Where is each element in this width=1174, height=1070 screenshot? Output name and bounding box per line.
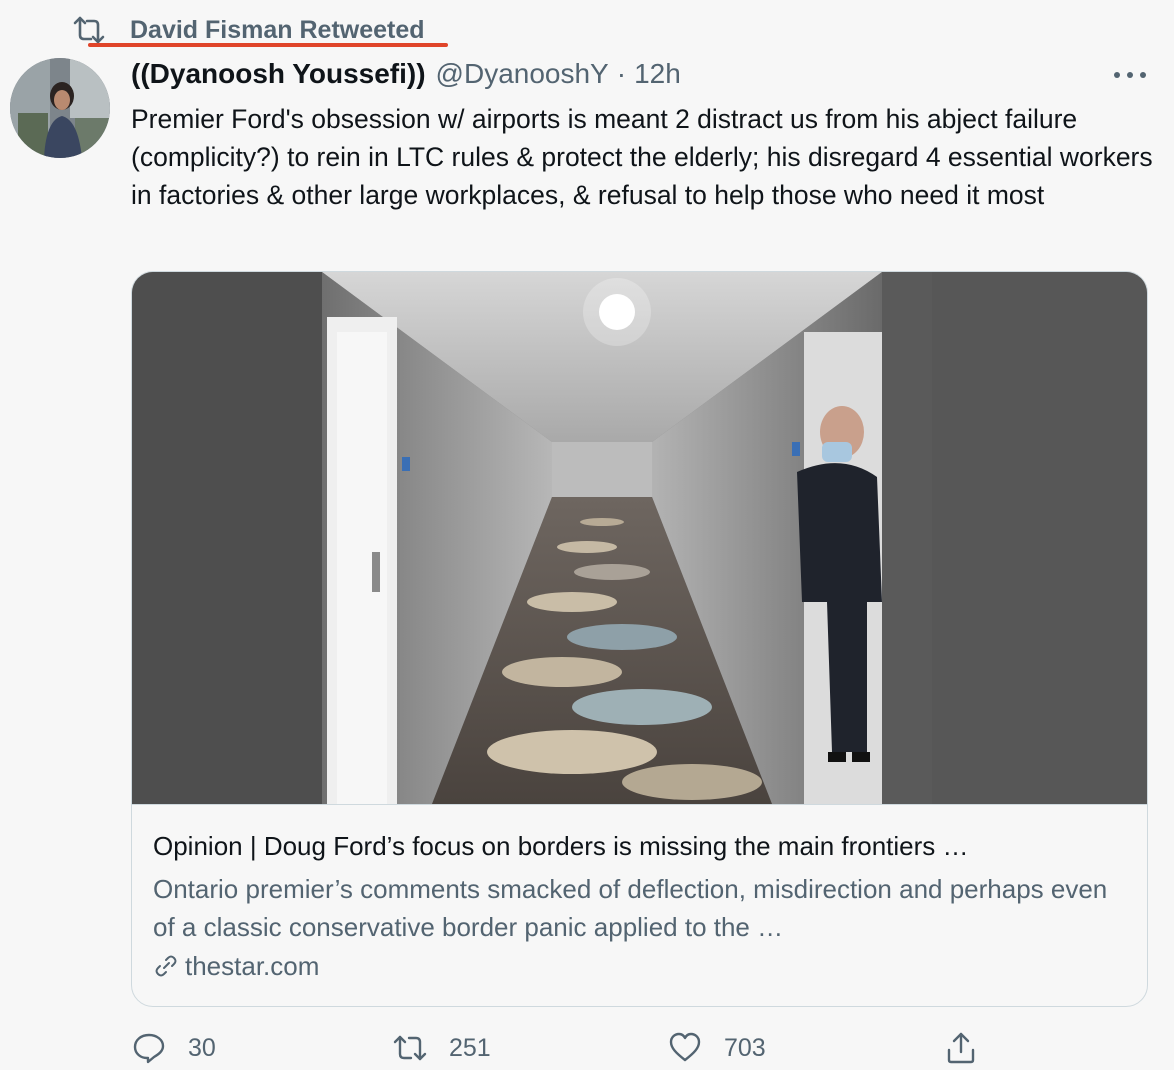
share-icon (947, 1032, 975, 1064)
more-options-icon[interactable] (1110, 60, 1150, 90)
avatar-photo (10, 58, 110, 158)
annotation-underline (88, 43, 448, 47)
card-title[interactable]: Opinion | Doug Ford’s focus on borders i… (153, 828, 1123, 864)
retweet-count: 251 (449, 1033, 491, 1062)
tweet-actions: 30 251 703 (0, 1024, 1174, 1070)
card-description: Ontario premier’s comments smacked of de… (153, 874, 1108, 942)
like-button[interactable]: 703 (668, 1028, 766, 1068)
card-domain[interactable]: thestar.com (153, 948, 319, 984)
retweet-icon (393, 1035, 427, 1061)
retweeted-by-label[interactable]: David Fisman Retweeted (130, 16, 425, 45)
like-count: 703 (724, 1033, 766, 1062)
share-button[interactable] (944, 1028, 978, 1068)
link-card[interactable]: Opinion | Doug Ford’s focus on borders i… (131, 271, 1148, 1007)
heart-icon (669, 1032, 701, 1062)
link-icon (155, 955, 177, 977)
retweet-icon (73, 16, 105, 44)
retweet-button[interactable]: 251 (393, 1028, 491, 1068)
card-domain-text: thestar.com (185, 950, 320, 981)
avatar[interactable] (10, 58, 110, 158)
reply-icon (133, 1033, 165, 1064)
tweet-header: ((Dyanoosh Youssefi)) @DyanooshY · 12h (131, 58, 681, 96)
reply-button[interactable]: 30 (132, 1028, 216, 1068)
separator-dot: · (616, 58, 627, 89)
author-handle[interactable]: @DyanooshY (436, 58, 609, 90)
card-divider (132, 804, 1147, 805)
timestamp[interactable]: 12h (634, 58, 681, 90)
tweet-text: Premier Ford's obsession w/ airports is … (131, 104, 1153, 210)
card-image (132, 272, 1147, 804)
reply-count: 30 (188, 1033, 216, 1062)
author-name[interactable]: ((Dyanoosh Youssefi)) (131, 58, 426, 90)
